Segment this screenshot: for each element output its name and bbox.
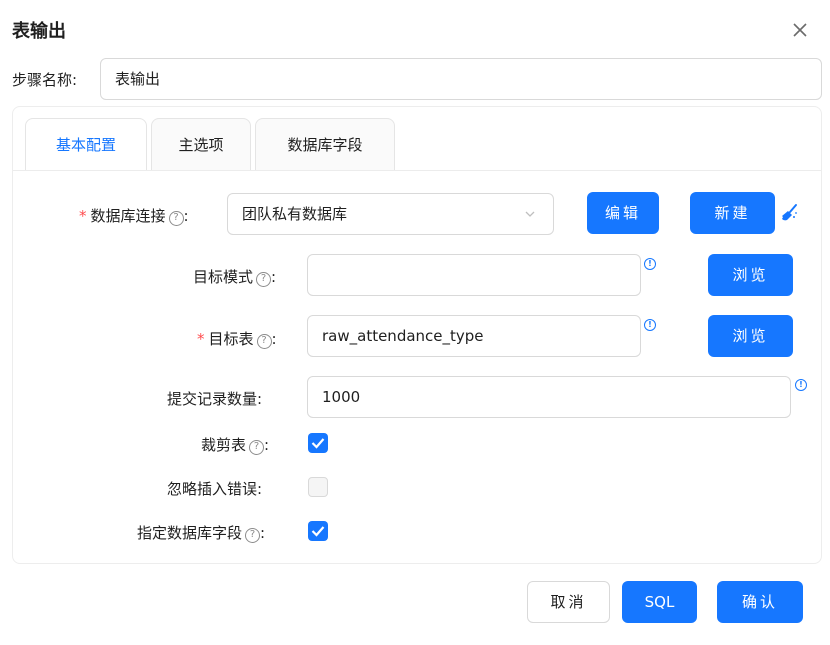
checkmark-icon xyxy=(311,526,325,537)
step-name-label: 步骤名称: xyxy=(12,71,78,89)
step-name-row: 步骤名称: 表输出 xyxy=(12,58,822,100)
truncate-table-checkbox[interactable] xyxy=(308,433,328,453)
truncate-table-label: 裁剪表?: xyxy=(201,436,270,455)
browse-table-button[interactable]: 浏览 xyxy=(708,315,793,357)
checkmark-icon xyxy=(311,438,325,449)
close-icon[interactable] xyxy=(790,20,810,40)
db-connection-label: * 数据库连接?: xyxy=(79,207,189,226)
required-mark: * xyxy=(79,207,87,225)
commit-size-label: 提交记录数量: xyxy=(167,390,263,408)
browse-schema-button[interactable]: 浏览 xyxy=(708,254,793,296)
specify-fields-label: 指定数据库字段?: xyxy=(137,524,266,543)
required-mark: * xyxy=(197,330,205,348)
target-table-input[interactable]: raw_attendance_type xyxy=(307,315,641,357)
info-icon[interactable]: ! xyxy=(795,379,807,391)
db-connection-select[interactable]: 团队私有数据库 xyxy=(227,193,554,235)
target-table-label: * 目标表?: xyxy=(197,330,277,349)
question-circle-icon[interactable]: ? xyxy=(256,272,272,287)
cancel-button[interactable]: 取消 xyxy=(527,581,610,623)
commit-size-input[interactable]: 1000 xyxy=(307,376,791,418)
confirm-button[interactable]: 确认 xyxy=(717,581,803,623)
broom-icon[interactable] xyxy=(779,203,799,223)
chevron-down-icon xyxy=(525,211,535,217)
step-name-input[interactable]: 表输出 xyxy=(100,58,822,100)
question-circle-icon[interactable]: ? xyxy=(245,528,261,543)
ignore-errors-label: 忽略插入错误: xyxy=(167,480,263,498)
tab-main-options[interactable]: 主选项 xyxy=(151,118,251,170)
info-icon[interactable]: ! xyxy=(644,319,656,331)
sql-button[interactable]: SQL xyxy=(622,581,697,623)
target-schema-label: 目标模式?: xyxy=(193,268,277,287)
question-circle-icon[interactable]: ? xyxy=(249,440,265,455)
tab-db-fields[interactable]: 数据库字段 xyxy=(255,118,395,170)
info-icon[interactable]: ! xyxy=(644,258,656,270)
question-circle-icon[interactable]: ? xyxy=(256,334,272,349)
tab-basic-config[interactable]: 基本配置 xyxy=(25,118,147,170)
tab-divider xyxy=(13,170,821,171)
dialog-title: 表输出 xyxy=(12,21,66,42)
edit-connection-button[interactable]: 编辑 xyxy=(587,192,659,234)
table-output-dialog: 表输出 步骤名称: 表输出 基本配置 主选项 数据库字段 * 数据库连接?: 团队… xyxy=(0,0,830,645)
ignore-errors-checkbox[interactable] xyxy=(308,477,328,497)
new-connection-button[interactable]: 新建 xyxy=(690,192,775,234)
config-card: 基本配置 主选项 数据库字段 * 数据库连接?: 团队私有数据库 编辑 新建 目标… xyxy=(12,106,822,564)
question-circle-icon[interactable]: ? xyxy=(168,211,184,226)
specify-fields-checkbox[interactable] xyxy=(308,521,328,541)
target-schema-input[interactable] xyxy=(307,254,641,296)
db-connection-value: 团队私有数据库 xyxy=(242,205,348,223)
